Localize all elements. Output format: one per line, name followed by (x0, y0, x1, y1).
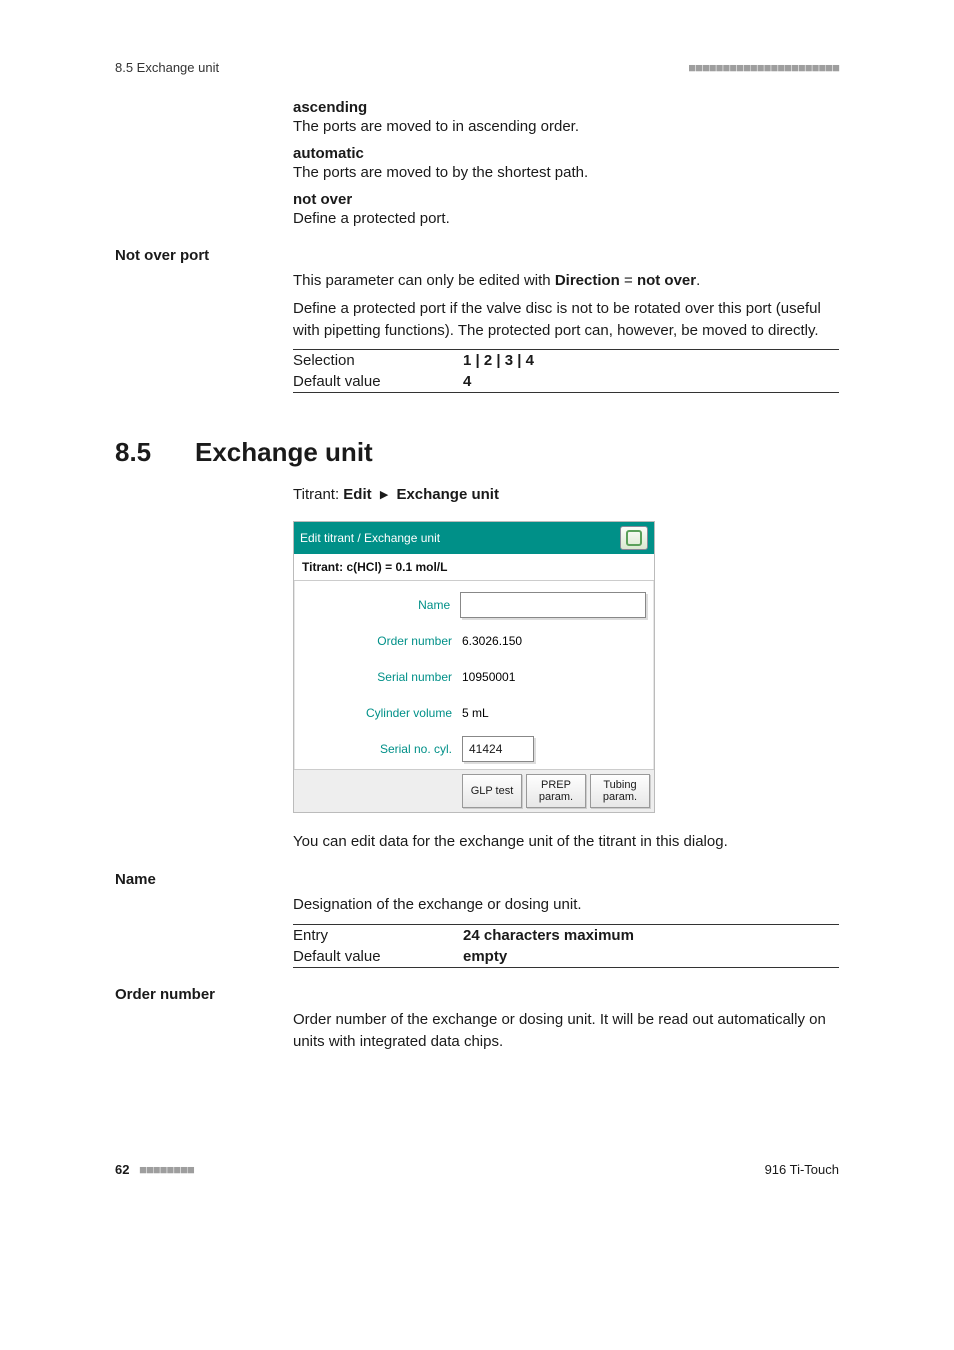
term-desc: Define a protected port. (293, 208, 839, 229)
footer-dashes: ■■■■■■■■ (139, 1162, 194, 1177)
field-value: 5 mL (462, 706, 489, 720)
field-order-number: Order number 6.3026.150 (302, 623, 646, 659)
param-name-heading: Name (115, 871, 839, 888)
row-value: 4 (463, 373, 471, 390)
dialog-subtitle: Titrant: c(HCl) = 0.1 mol/L (294, 554, 654, 581)
table-row: Selection 1 | 2 | 3 | 4 (293, 350, 839, 371)
param-order-number-heading: Order number (115, 986, 839, 1003)
term-desc: The ports are moved to in ascending orde… (293, 116, 839, 137)
tubing-param-button[interactable]: Tubing param. (590, 774, 650, 808)
name-table: Entry 24 characters maximum Default valu… (293, 924, 839, 968)
home-button[interactable] (620, 526, 648, 550)
breadcrumb: Titrant: Edit ▶ Exchange unit (293, 486, 839, 503)
row-value: 24 characters maximum (463, 927, 634, 944)
term-ascending: ascending The ports are moved to in asce… (293, 99, 839, 137)
dialog-footer: GLP test PREP param. Tubing param. (294, 769, 654, 812)
field-label: Serial number (302, 670, 462, 684)
term-label: ascending (293, 99, 839, 116)
home-icon (626, 530, 642, 546)
row-value: 1 | 2 | 3 | 4 (463, 352, 534, 369)
table-row: Entry 24 characters maximum (293, 925, 839, 946)
field-label: Name (302, 598, 460, 612)
term-label: automatic (293, 145, 839, 162)
table-row: Default value 4 (293, 371, 839, 392)
dialog-caption: You can edit data for the exchange unit … (293, 831, 839, 853)
dialog-body: Name Order number 6.3026.150 Serial numb… (294, 581, 654, 769)
field-serial-number: Serial number 10950001 (302, 659, 646, 695)
section-heading: 8.5 Exchange unit (115, 437, 839, 468)
row-label: Default value (293, 948, 463, 965)
row-value: empty (463, 948, 507, 965)
section-title: Exchange unit (195, 437, 373, 468)
row-label: Default value (293, 373, 463, 390)
field-cylinder-volume: Cylinder volume 5 mL (302, 695, 646, 731)
term-label: not over (293, 191, 839, 208)
term-not-over: not over Define a protected port. (293, 191, 839, 229)
prep-param-button[interactable]: PREP param. (526, 774, 586, 808)
term-automatic: automatic The ports are moved to by the … (293, 145, 839, 183)
glp-test-button[interactable]: GLP test (462, 774, 522, 808)
field-value: 10950001 (462, 670, 515, 684)
order-number-description: Order number of the exchange or dosing u… (293, 1009, 839, 1053)
field-label: Serial no. cyl. (302, 742, 462, 756)
page-number: 62 (115, 1162, 129, 1177)
not-over-table: Selection 1 | 2 | 3 | 4 Default value 4 (293, 349, 839, 393)
header-section-ref: 8.5 Exchange unit (115, 60, 219, 75)
not-over-condition: This parameter can only be edited with D… (293, 270, 839, 292)
field-value: 6.3026.150 (462, 634, 522, 648)
section-number: 8.5 (115, 437, 195, 468)
table-row: Default value empty (293, 946, 839, 967)
field-label: Order number (302, 634, 462, 648)
row-label: Selection (293, 352, 463, 369)
name-description: Designation of the exchange or dosing un… (293, 894, 839, 916)
dialog-title: Edit titrant / Exchange unit (300, 531, 440, 545)
row-label: Entry (293, 927, 463, 944)
serial-cyl-input[interactable]: 41424 (462, 736, 534, 762)
name-input[interactable] (460, 592, 646, 618)
dialog-titlebar: Edit titrant / Exchange unit (294, 522, 654, 554)
running-header: 8.5 Exchange unit ■■■■■■■■■■■■■■■■■■■■■■ (115, 60, 839, 75)
header-dashes: ■■■■■■■■■■■■■■■■■■■■■■ (688, 60, 839, 75)
field-name: Name (302, 587, 646, 623)
footer-left: 62 ■■■■■■■■ (115, 1162, 194, 1177)
footer-product: 916 Ti‑Touch (765, 1162, 839, 1177)
field-label: Cylinder volume (302, 706, 462, 720)
param-not-over-port-heading: Not over port (115, 247, 839, 264)
field-serial-no-cyl: Serial no. cyl. 41424 (302, 731, 646, 767)
chevron-right-icon: ▶ (380, 488, 388, 501)
not-over-description: Define a protected port if the valve dis… (293, 298, 839, 342)
term-desc: The ports are moved to by the shortest p… (293, 162, 839, 183)
dialog-exchange-unit: Edit titrant / Exchange unit Titrant: c(… (293, 521, 655, 813)
page-footer: 62 ■■■■■■■■ 916 Ti‑Touch (115, 1162, 839, 1177)
